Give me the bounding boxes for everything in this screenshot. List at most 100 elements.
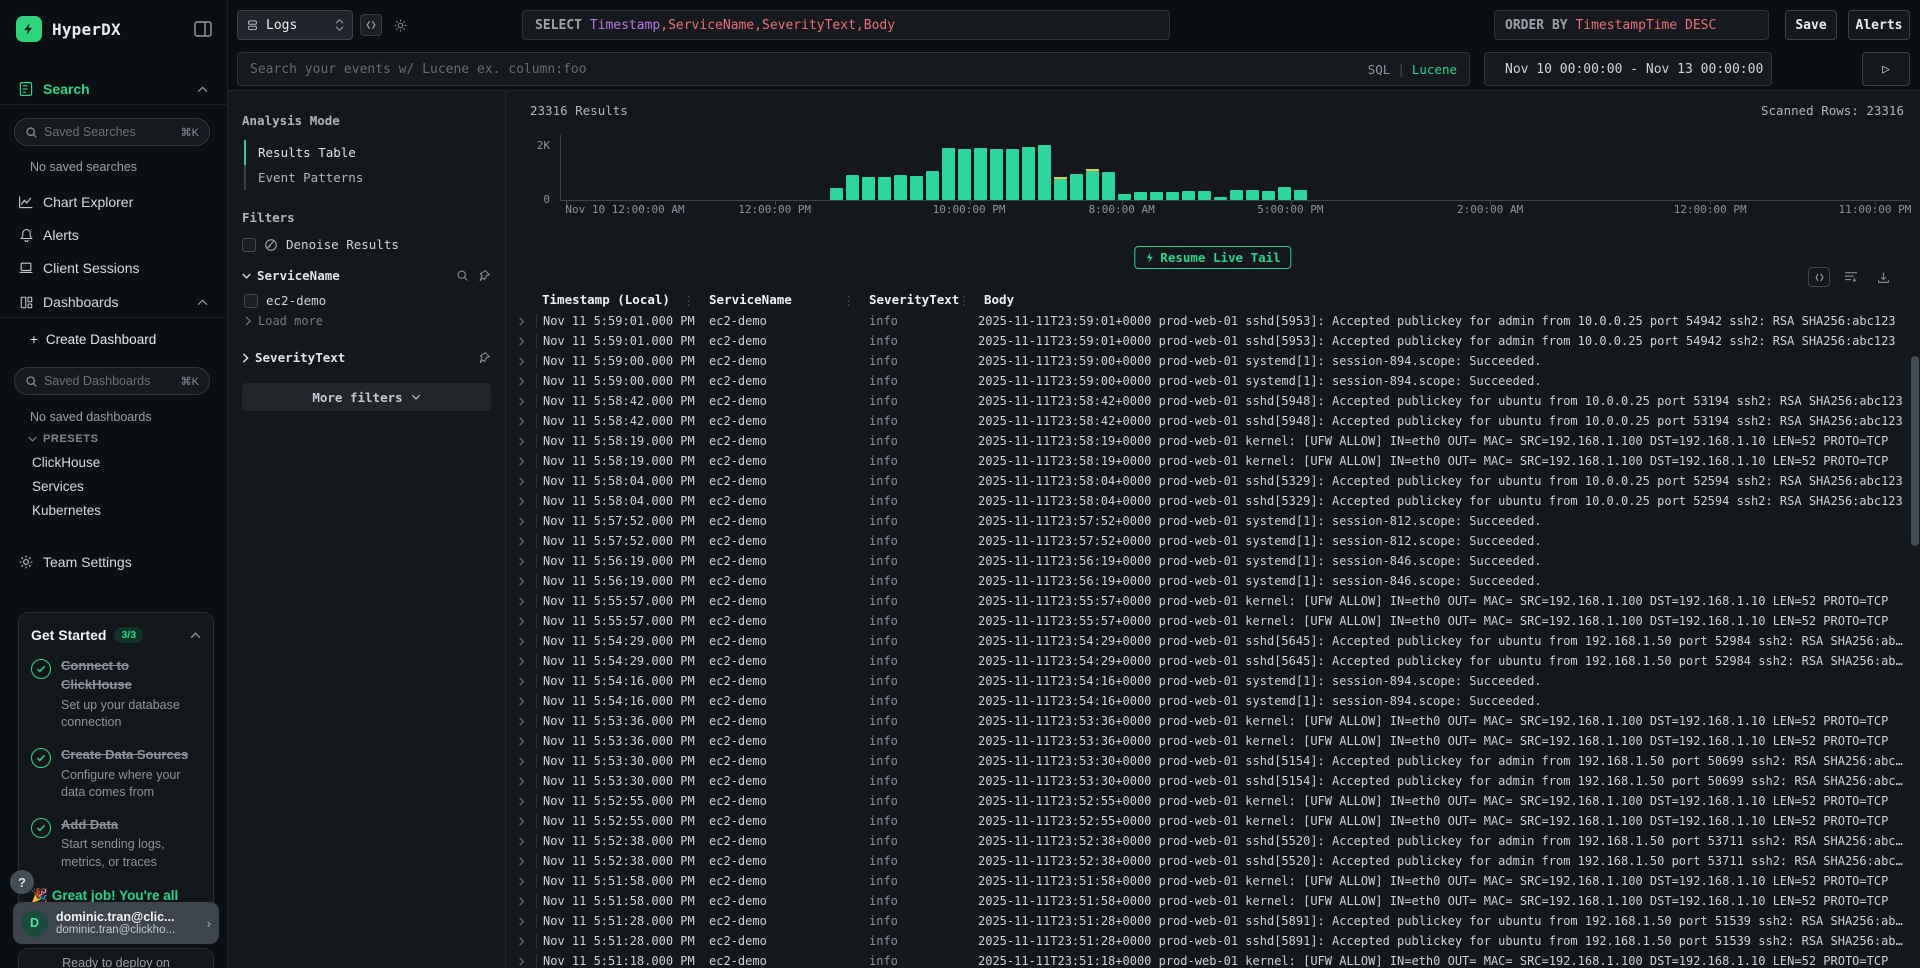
row-expand-chevron[interactable] bbox=[506, 797, 536, 806]
histogram-bar[interactable] bbox=[1086, 171, 1099, 200]
saved-searches-input[interactable] bbox=[44, 125, 181, 139]
language-sql-option[interactable]: SQL bbox=[1368, 62, 1391, 77]
histogram-bar[interactable] bbox=[1278, 187, 1291, 200]
histogram-bar[interactable] bbox=[862, 177, 875, 200]
histogram-bar[interactable] bbox=[830, 188, 843, 200]
save-button[interactable]: Save bbox=[1785, 10, 1837, 40]
histogram-bar[interactable] bbox=[974, 148, 987, 200]
histogram-bar[interactable] bbox=[958, 149, 971, 200]
log-table-row[interactable]: Nov 11 5:57:52.000 PMec2-demoinfo2025-11… bbox=[506, 531, 1910, 551]
download-icon[interactable] bbox=[1872, 267, 1894, 287]
row-expand-chevron[interactable] bbox=[506, 357, 536, 366]
event-search-bar[interactable]: SQL | Lucene bbox=[237, 52, 1470, 86]
row-expand-chevron[interactable] bbox=[506, 937, 536, 946]
sidebar-preset-services[interactable]: Services bbox=[32, 479, 84, 494]
histogram-bar[interactable] bbox=[1214, 197, 1227, 200]
histogram-bar[interactable] bbox=[910, 176, 923, 200]
sidebar-preset-kubernetes[interactable]: Kubernetes bbox=[32, 503, 101, 518]
log-table-row[interactable]: Nov 11 5:51:28.000 PMec2-demoinfo2025-11… bbox=[506, 931, 1910, 951]
histogram-bar[interactable] bbox=[1150, 192, 1163, 200]
scrollbar-thumb[interactable] bbox=[1911, 356, 1919, 546]
log-table-row[interactable]: Nov 11 5:52:55.000 PMec2-demoinfo2025-11… bbox=[506, 811, 1910, 831]
sidebar-item-alerts[interactable]: Alerts bbox=[0, 221, 228, 249]
sidebar-item-search[interactable]: Search bbox=[0, 75, 228, 103]
denoise-checkbox[interactable] bbox=[242, 238, 256, 252]
col-timestamp[interactable]: Timestamp (Local) bbox=[536, 292, 703, 307]
chevron-up-icon[interactable] bbox=[197, 299, 208, 306]
row-expand-chevron[interactable] bbox=[506, 757, 536, 766]
facet-search-icon[interactable] bbox=[456, 269, 469, 282]
col-body[interactable]: Body bbox=[978, 292, 1910, 307]
log-table-row[interactable]: Nov 11 5:59:01.000 PMec2-demoinfo2025-11… bbox=[506, 331, 1910, 351]
log-table-row[interactable]: Nov 11 5:51:58.000 PMec2-demoinfo2025-11… bbox=[506, 871, 1910, 891]
log-table-row[interactable]: Nov 11 5:53:36.000 PMec2-demoinfo2025-11… bbox=[506, 711, 1910, 731]
get-started-item[interactable]: Connect to ClickHouseSet up your databas… bbox=[31, 657, 201, 732]
row-expand-chevron[interactable] bbox=[506, 597, 536, 606]
row-expand-chevron[interactable] bbox=[506, 817, 536, 826]
histogram-bar[interactable] bbox=[1038, 145, 1051, 200]
row-expand-chevron[interactable] bbox=[506, 337, 536, 346]
mode-results-table[interactable]: Results Table bbox=[244, 140, 491, 165]
histogram-bar[interactable] bbox=[1102, 172, 1115, 200]
saved-dashboards-input[interactable] bbox=[44, 374, 181, 388]
row-expand-chevron[interactable] bbox=[506, 617, 536, 626]
row-expand-chevron[interactable] bbox=[506, 777, 536, 786]
row-expand-chevron[interactable] bbox=[506, 577, 536, 586]
histogram-bar[interactable] bbox=[1246, 190, 1259, 200]
log-table-row[interactable]: Nov 11 5:58:42.000 PMec2-demoinfo2025-11… bbox=[506, 391, 1910, 411]
log-table-row[interactable]: Nov 11 5:53:30.000 PMec2-demoinfo2025-11… bbox=[506, 771, 1910, 791]
run-query-button[interactable]: ▷ bbox=[1862, 52, 1910, 86]
histogram-bar[interactable] bbox=[1198, 191, 1211, 200]
histogram-bar[interactable] bbox=[926, 171, 939, 200]
log-table-row[interactable]: Nov 11 5:59:01.000 PMec2-demoinfo2025-11… bbox=[506, 311, 1910, 331]
row-expand-chevron[interactable] bbox=[506, 897, 536, 906]
row-expand-chevron[interactable] bbox=[506, 537, 536, 546]
histogram-bar[interactable] bbox=[1054, 179, 1067, 200]
log-table-row[interactable]: Nov 11 5:54:29.000 PMec2-demoinfo2025-11… bbox=[506, 631, 1910, 651]
ec2-demo-checkbox[interactable] bbox=[244, 294, 258, 308]
help-button[interactable]: ? bbox=[10, 870, 34, 894]
row-expand-chevron[interactable] bbox=[506, 677, 536, 686]
row-expand-chevron[interactable] bbox=[506, 957, 536, 966]
select-columns-input[interactable]: SELECT Timestamp,ServiceName,SeverityTex… bbox=[522, 10, 1170, 40]
more-filters-button[interactable]: More filters bbox=[242, 383, 491, 411]
log-table-row[interactable]: Nov 11 5:58:42.000 PMec2-demoinfo2025-11… bbox=[506, 411, 1910, 431]
create-dashboard-button[interactable]: + Create Dashboard bbox=[30, 332, 156, 347]
sidebar-item-client-sessions[interactable]: Client Sessions bbox=[0, 254, 228, 282]
row-expand-chevron[interactable] bbox=[506, 717, 536, 726]
log-table-row[interactable]: Nov 11 5:59:00.000 PMec2-demoinfo2025-11… bbox=[506, 371, 1910, 391]
get-started-item[interactable]: Add DataStart sending logs, metrics, or … bbox=[31, 816, 201, 872]
log-table-row[interactable]: Nov 11 5:58:04.000 PMec2-demoinfo2025-11… bbox=[506, 491, 1910, 511]
sidebar-item-chart-explorer[interactable]: Chart Explorer bbox=[0, 188, 228, 216]
row-expand-chevron[interactable] bbox=[506, 517, 536, 526]
log-table-row[interactable]: Nov 11 5:58:04.000 PMec2-demoinfo2025-11… bbox=[506, 471, 1910, 491]
row-expand-chevron[interactable] bbox=[506, 317, 536, 326]
resume-live-tail-button[interactable]: Resume Live Tail bbox=[1134, 246, 1291, 269]
row-expand-chevron[interactable] bbox=[506, 697, 536, 706]
date-range-picker[interactable]: Nov 10 00:00:00 - Nov 13 00:00:00 bbox=[1484, 52, 1772, 86]
row-expand-chevron[interactable] bbox=[506, 637, 536, 646]
facet-severitytext[interactable]: SeverityText bbox=[242, 350, 491, 365]
log-table-row[interactable]: Nov 11 5:57:52.000 PMec2-demoinfo2025-11… bbox=[506, 511, 1910, 531]
histogram-bar[interactable] bbox=[1070, 174, 1083, 200]
histogram-bar[interactable] bbox=[1262, 191, 1275, 200]
source-select[interactable]: Logs bbox=[237, 10, 353, 40]
presets-toggle[interactable]: PRESETS bbox=[28, 433, 99, 445]
histogram-bar[interactable] bbox=[1230, 190, 1243, 200]
log-table-row[interactable]: Nov 11 5:58:19.000 PMec2-demoinfo2025-11… bbox=[506, 451, 1910, 471]
get-started-item[interactable]: Create Data SourcesConfigure where your … bbox=[31, 746, 201, 802]
row-expand-chevron[interactable] bbox=[506, 497, 536, 506]
row-expand-chevron[interactable] bbox=[506, 437, 536, 446]
log-table-row[interactable]: Nov 11 5:59:00.000 PMec2-demoinfo2025-11… bbox=[506, 351, 1910, 371]
row-expand-chevron[interactable] bbox=[506, 457, 536, 466]
log-table-row[interactable]: Nov 11 5:51:58.000 PMec2-demoinfo2025-11… bbox=[506, 891, 1910, 911]
mode-event-patterns[interactable]: Event Patterns bbox=[244, 165, 491, 190]
row-expand-chevron[interactable] bbox=[506, 837, 536, 846]
row-expand-chevron[interactable] bbox=[506, 877, 536, 886]
sidebar-item-dashboards[interactable]: Dashboards bbox=[0, 288, 228, 316]
order-by-input[interactable]: ORDER BY TimestampTime DESC bbox=[1494, 10, 1769, 40]
row-height-button[interactable] bbox=[1840, 267, 1862, 287]
col-servicename[interactable]: ServiceName bbox=[703, 292, 863, 307]
histogram-bar[interactable] bbox=[846, 175, 859, 200]
deploy-banner[interactable]: Ready to deploy on bbox=[18, 948, 214, 968]
